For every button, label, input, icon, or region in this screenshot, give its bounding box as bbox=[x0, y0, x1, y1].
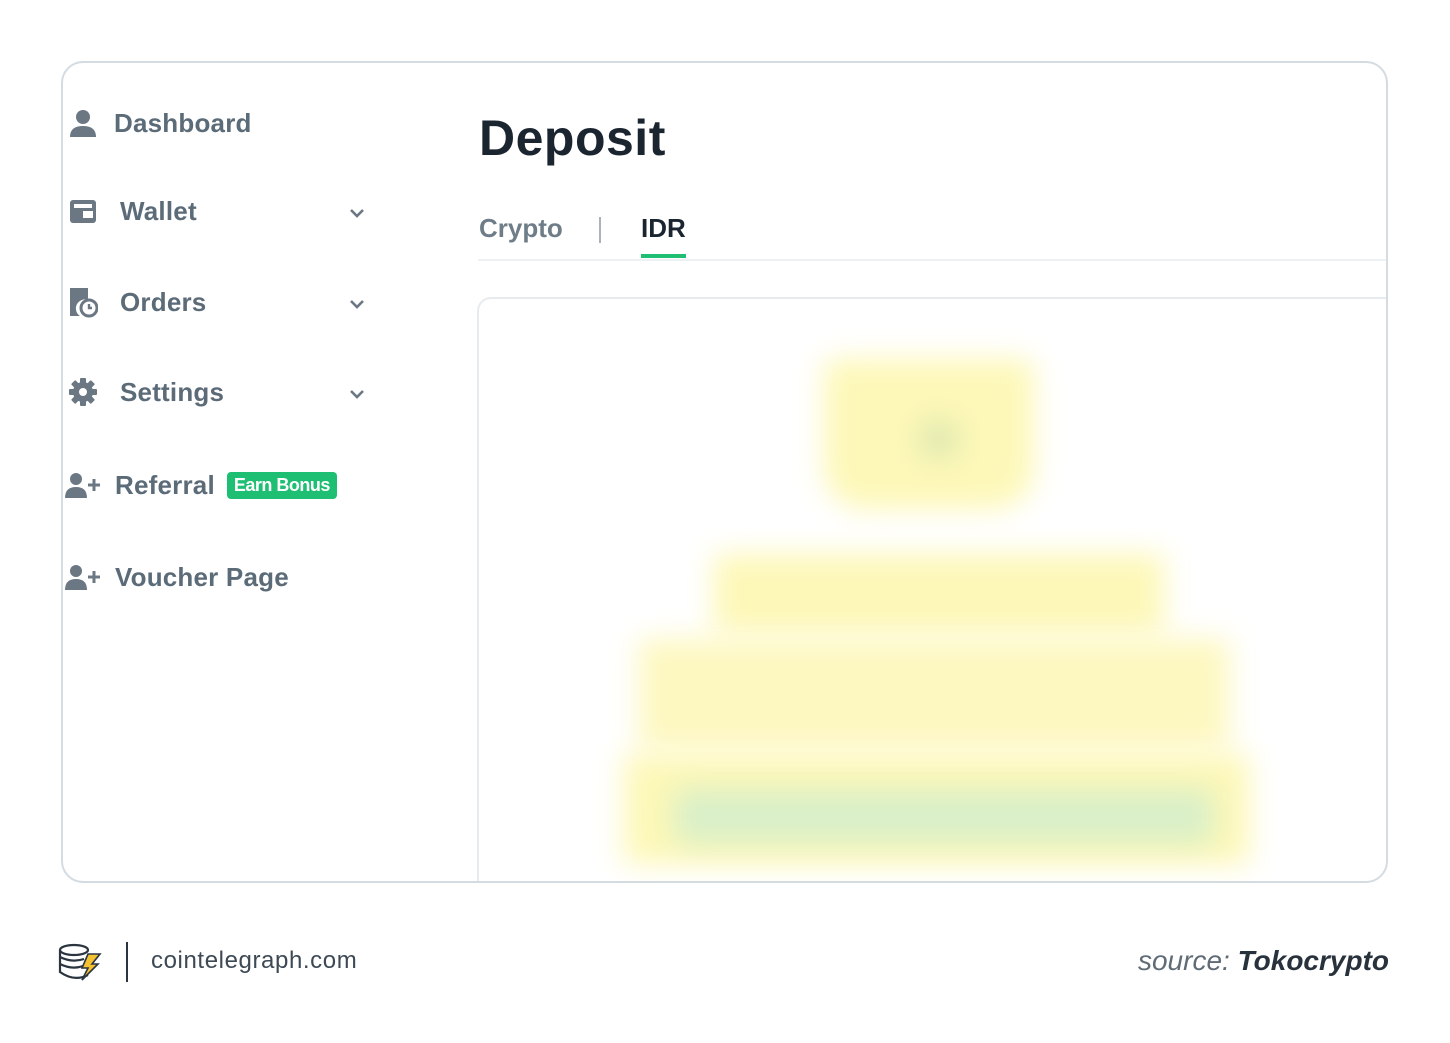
sidebar-item-label: Dashboard bbox=[114, 107, 252, 138]
sidebar-item-label: Orders bbox=[120, 286, 207, 317]
user-plus-icon bbox=[65, 469, 101, 501]
wallet-icon bbox=[67, 195, 99, 227]
deposit-card bbox=[477, 297, 1386, 881]
sidebar-item-orders[interactable]: Orders bbox=[67, 286, 206, 318]
sidebar-item-label: Voucher Page bbox=[115, 561, 289, 592]
app-window: Dashboard Wallet Orders Settings Referra… bbox=[61, 61, 1388, 883]
chevron-down-icon[interactable] bbox=[346, 202, 368, 224]
sidebar-item-dashboard[interactable]: Dashboard bbox=[67, 107, 252, 139]
sidebar-item-label: Settings bbox=[120, 376, 225, 407]
sidebar-item-label: Wallet bbox=[120, 195, 197, 226]
blurred-illustration-dot bbox=[919, 419, 959, 459]
orders-icon bbox=[67, 286, 99, 318]
user-icon bbox=[67, 107, 99, 139]
blurred-text-block bbox=[639, 639, 1229, 749]
sidebar-item-wallet[interactable]: Wallet bbox=[67, 195, 197, 227]
earn-bonus-badge: Earn Bonus bbox=[226, 471, 337, 499]
sidebar-item-voucher-page[interactable]: Voucher Page bbox=[65, 561, 289, 593]
page-title: Deposit bbox=[479, 110, 666, 166]
source-prefix: source: bbox=[1137, 945, 1230, 976]
user-plus-icon bbox=[65, 561, 101, 593]
tab-divider bbox=[599, 217, 601, 243]
footer-divider bbox=[126, 942, 128, 982]
sidebar-item-settings[interactable]: Settings bbox=[67, 376, 224, 408]
gear-icon bbox=[67, 376, 99, 408]
sidebar-item-referral[interactable]: Referral Earn Bonus bbox=[65, 469, 337, 501]
blurred-button bbox=[674, 789, 1214, 844]
tab-idr[interactable]: IDR bbox=[641, 213, 686, 258]
cointelegraph-logo-icon bbox=[58, 942, 104, 982]
source-name: Tokocrypto bbox=[1237, 945, 1389, 976]
sidebar-item-label: Referral bbox=[115, 469, 215, 500]
tab-crypto[interactable]: Crypto bbox=[479, 213, 563, 244]
footer-site-link[interactable]: cointelegraph.com bbox=[151, 947, 357, 975]
chevron-down-icon[interactable] bbox=[346, 383, 368, 405]
deposit-tabs: Crypto IDR bbox=[478, 207, 1386, 261]
source-credit: source: Tokocrypto bbox=[1138, 945, 1389, 977]
chevron-down-icon[interactable] bbox=[346, 293, 368, 315]
blurred-heading bbox=[714, 554, 1164, 634]
